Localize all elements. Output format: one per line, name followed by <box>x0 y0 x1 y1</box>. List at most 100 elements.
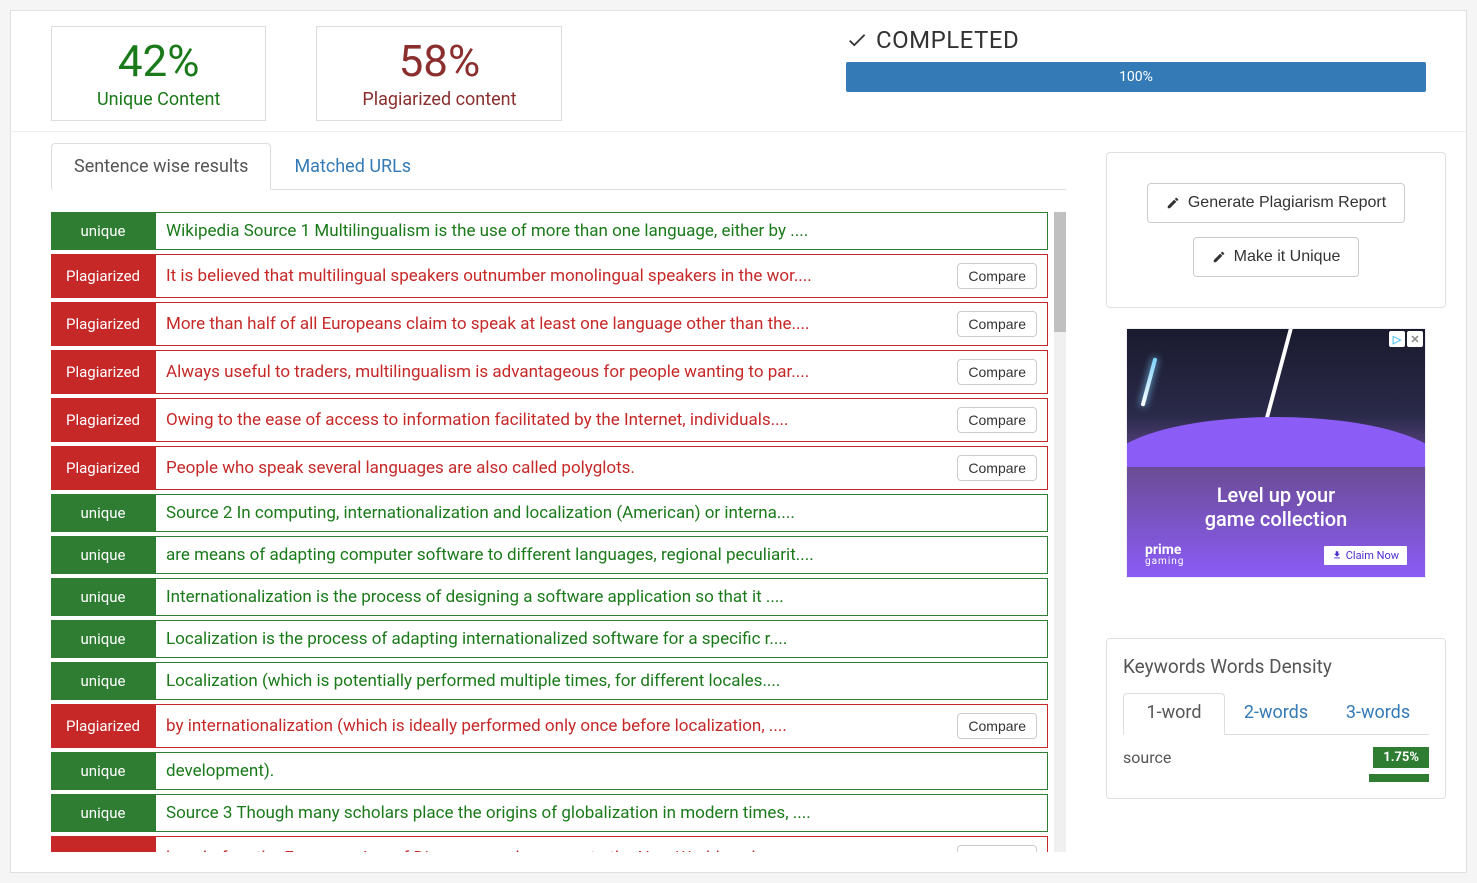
unique-tag: unique <box>51 794 155 832</box>
result-row: uniquedevelopment). <box>51 752 1048 790</box>
kw-tab-1word[interactable]: 1-word <box>1123 693 1225 735</box>
ad-info-icon[interactable]: ▷ <box>1389 331 1405 347</box>
result-body[interactable]: Localization is the process of adapting … <box>155 620 1048 658</box>
action-panel: Generate Plagiarism Report Make it Uniqu… <box>1106 152 1446 308</box>
status-area: COMPLETED 100% <box>846 26 1426 92</box>
compare-button[interactable]: Compare <box>957 407 1037 433</box>
plagiarized-tag: Plagiarized <box>51 704 155 748</box>
make-unique-button[interactable]: Make it Unique <box>1193 237 1360 277</box>
result-text: Source 2 In computing, internationalizat… <box>166 503 795 523</box>
tab-sentence-results[interactable]: Sentence wise results <box>51 143 271 190</box>
result-text: People who speak several languages are a… <box>166 458 635 478</box>
ad-body: Level up your game collection prime gami… <box>1127 483 1425 567</box>
kw-tab-2words[interactable]: 2-words <box>1225 693 1327 735</box>
main-area: Sentence wise results Matched URLs uniqu… <box>11 132 1466 872</box>
completed-label: COMPLETED <box>876 26 1019 54</box>
result-body[interactable]: are means of adapting computer software … <box>155 536 1048 574</box>
unique-tag: unique <box>51 536 155 574</box>
compare-button[interactable]: Compare <box>957 455 1037 481</box>
result-row: uniqueWikipedia Source 1 Multilingualism… <box>51 212 1048 250</box>
compare-button[interactable]: Compare <box>957 311 1037 337</box>
compare-button[interactable]: Compare <box>957 263 1037 289</box>
result-body[interactable]: More than half of all Europeans claim to… <box>155 302 1048 346</box>
result-body[interactable]: Source 3 Though many scholars place the … <box>155 794 1048 832</box>
right-column: Generate Plagiarism Report Make it Uniqu… <box>1086 132 1466 872</box>
plagiarized-tag: Plagiarized <box>51 446 155 490</box>
result-body[interactable]: It is believed that multilingual speaker… <box>155 254 1048 298</box>
result-body[interactable]: Always useful to traders, multilingualis… <box>155 350 1048 394</box>
unique-label: Unique Content <box>97 89 220 110</box>
result-row: uniqueare means of adapting computer sof… <box>51 536 1048 574</box>
result-text: Wikipedia Source 1 Multilingualism is th… <box>166 221 808 241</box>
keyword-word: source <box>1123 748 1171 767</box>
result-row: uniqueLocalization (which is potentially… <box>51 662 1048 700</box>
result-text: It is believed that multilingual speaker… <box>166 266 812 286</box>
result-row: PlagiarizedOwing to the ease of access t… <box>51 398 1048 442</box>
result-body[interactable]: Wikipedia Source 1 Multilingualism is th… <box>155 212 1048 250</box>
ad-cta-label: Claim Now <box>1346 549 1399 562</box>
tabs-nav: Sentence wise results Matched URLs <box>51 142 1066 190</box>
unique-tag: unique <box>51 494 155 532</box>
keyword-row: source 1.75% <box>1123 735 1429 768</box>
result-row: Plagiarizedlong before the European Age … <box>51 836 1048 852</box>
result-row: unique Localization is the process of ada… <box>51 620 1048 658</box>
result-body[interactable]: Internationalization is the process of d… <box>155 578 1048 616</box>
generate-report-button[interactable]: Generate Plagiarism Report <box>1147 183 1405 223</box>
keywords-tabs: 1-word 2-words 3-words <box>1123 692 1429 735</box>
generate-report-label: Generate Plagiarism Report <box>1188 194 1386 212</box>
tab-sentence-label: Sentence wise results <box>74 156 248 177</box>
result-body[interactable]: Source 2 In computing, internationalizat… <box>155 494 1048 532</box>
result-body[interactable]: development). <box>155 752 1048 790</box>
result-text: Owing to the ease of access to informati… <box>166 410 789 430</box>
result-text: long before the European Age of Discover… <box>166 848 841 852</box>
unique-percent: 42% <box>97 37 220 85</box>
result-text: Internationalization is the process of d… <box>166 587 784 607</box>
unique-tag: unique <box>51 578 155 616</box>
result-body[interactable]: by internationalization (which is ideall… <box>155 704 1048 748</box>
result-text: More than half of all Europeans claim to… <box>166 314 809 334</box>
unique-tag: unique <box>51 662 155 700</box>
result-row: PlagiarizedIt is believed that multiling… <box>51 254 1048 298</box>
result-row: PlagiarizedAlways useful to traders, mul… <box>51 350 1048 394</box>
compare-button[interactable]: Compare <box>957 713 1037 739</box>
download-icon <box>1332 550 1342 560</box>
result-body[interactable]: long before the European Age of Discover… <box>155 836 1048 852</box>
result-text: Source 3 Though many scholars place the … <box>166 803 811 823</box>
make-unique-label: Make it Unique <box>1234 248 1341 266</box>
ad-cta-button[interactable]: Claim Now <box>1324 546 1407 565</box>
result-row: Plagiarized People who speak several lang… <box>51 446 1048 490</box>
result-row: unique Source 3 Though many scholars plac… <box>51 794 1048 832</box>
compare-button[interactable]: Compare <box>957 845 1037 852</box>
scroll-thumb[interactable] <box>1054 212 1066 332</box>
advertisement[interactable]: ▷ ✕ Level up your game collection prime … <box>1126 328 1426 578</box>
result-body[interactable]: Owing to the ease of access to informati… <box>155 398 1048 442</box>
result-row: unique Internationalization is the proces… <box>51 578 1048 616</box>
left-column: Sentence wise results Matched URLs uniqu… <box>11 132 1086 872</box>
top-summary: 42% Unique Content 58% Plagiarized conte… <box>11 11 1466 132</box>
ad-close-icon[interactable]: ✕ <box>1407 331 1423 347</box>
results-list[interactable]: unique Wikipedia Source 1 Multilingualism… <box>51 212 1048 852</box>
check-icon <box>846 29 868 51</box>
result-text: by internationalization (which is ideall… <box>166 716 787 736</box>
result-text: development). <box>166 761 274 781</box>
compare-button[interactable]: Compare <box>957 359 1037 385</box>
plagiarized-content-stat: 58% Plagiarized content <box>316 26 562 121</box>
tab-matched-urls[interactable]: Matched URLs <box>271 143 434 190</box>
progress-text: 100% <box>1119 69 1153 85</box>
result-text: Localization is the process of adapting … <box>166 629 787 649</box>
result-body[interactable]: People who speak several languages are a… <box>155 446 1048 490</box>
result-body[interactable]: Localization (which is potentially perfo… <box>155 662 1048 700</box>
plagiarized-tag: Plagiarized <box>51 350 155 394</box>
pencil-icon <box>1166 196 1180 210</box>
result-row: Plagiarized by internationalization (whic… <box>51 704 1048 748</box>
unique-tag: unique <box>51 620 155 658</box>
keyword-bar-fragment <box>1369 774 1429 782</box>
kw-tab-3words[interactable]: 3-words <box>1327 693 1429 735</box>
stats-pair: 42% Unique Content 58% Plagiarized conte… <box>51 26 562 121</box>
tab-matched-label: Matched URLs <box>294 156 411 177</box>
plag-label: Plagiarized content <box>362 89 516 110</box>
result-row: unique Source 2 In computing, internation… <box>51 494 1048 532</box>
keyword-pct: 1.75% <box>1373 747 1429 768</box>
plagiarism-checker-panel: 42% Unique Content 58% Plagiarized conte… <box>10 10 1467 873</box>
scrollbar[interactable] <box>1054 212 1066 852</box>
